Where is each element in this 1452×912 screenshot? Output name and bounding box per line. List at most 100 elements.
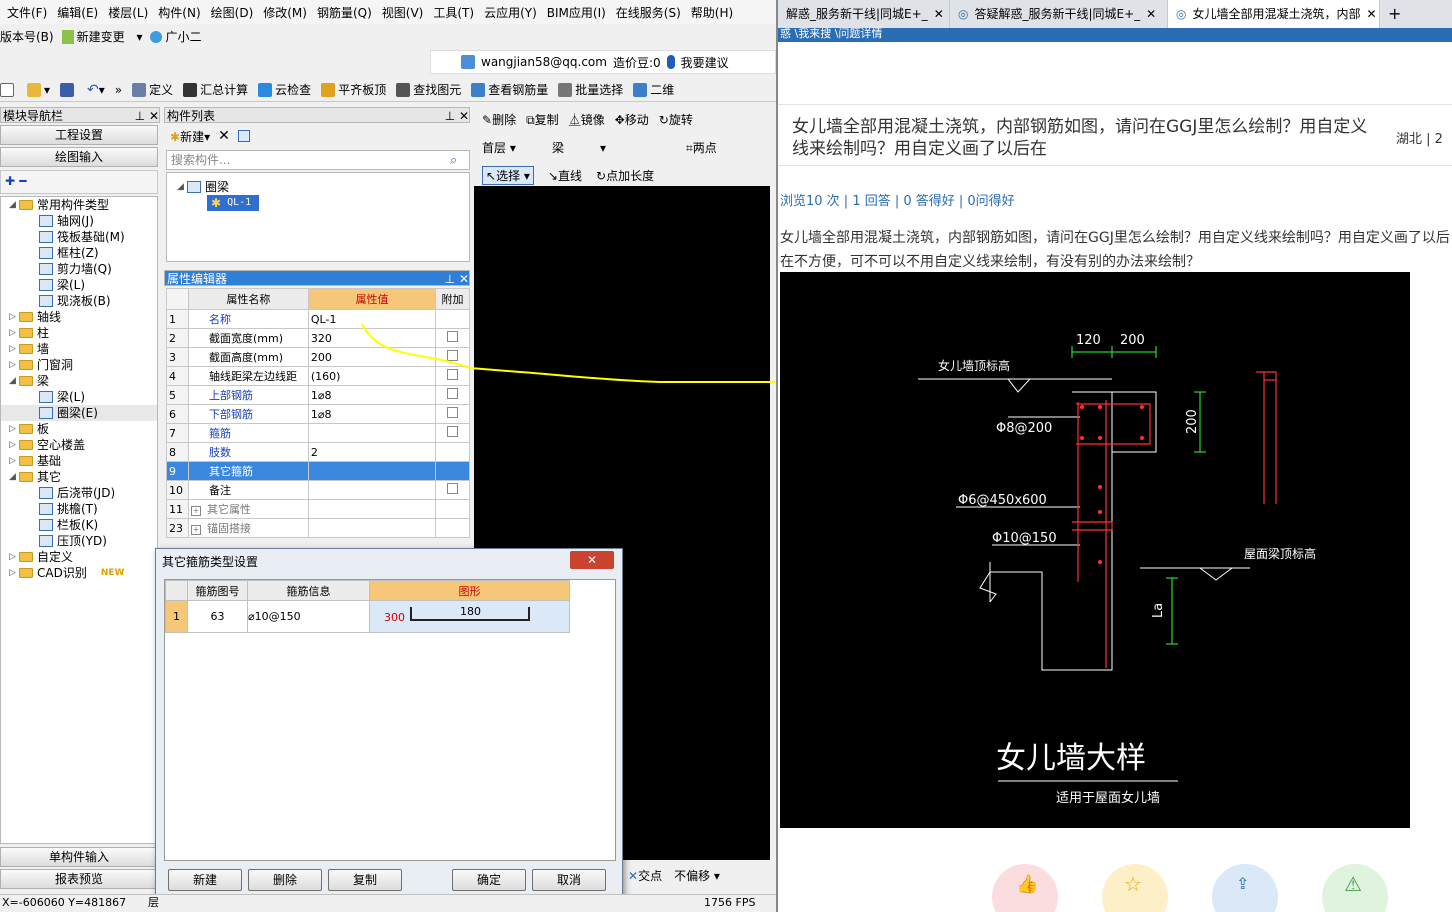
extra-checkbox[interactable]: [447, 483, 459, 494]
menu-item-12[interactable]: 帮助(H): [686, 4, 738, 21]
property-row[interactable]: 10 备注: [166, 480, 470, 500]
toolbar-button-0[interactable]: 定义: [132, 81, 173, 98]
toolbar-button-5[interactable]: 查看钢筋量: [471, 81, 548, 98]
pin-close-icons[interactable]: ⊥ ✕: [445, 108, 469, 123]
dialog-cancel-button[interactable]: 取消: [532, 869, 606, 891]
expand-icon[interactable]: ▷: [9, 357, 19, 373]
expand-all-icon[interactable]: ✚ ━: [5, 174, 26, 188]
tree-item[interactable]: ▷ 墙: [1, 341, 157, 357]
tree-item[interactable]: 筏板基础(M): [1, 229, 157, 245]
report-preview-button[interactable]: 报表预览: [0, 869, 158, 889]
report-button[interactable]: ⚠: [1322, 864, 1388, 912]
new-tab-button[interactable]: +: [1380, 0, 1420, 28]
search-icon[interactable]: ⌕: [450, 153, 457, 168]
type-select[interactable]: 梁 ▾: [552, 139, 622, 156]
property-value-cell[interactable]: [307, 518, 437, 538]
delete-icon[interactable]: ✕: [218, 128, 230, 144]
twopoint-button[interactable]: ⌗两点: [686, 139, 717, 156]
copy-icon[interactable]: [237, 130, 250, 142]
dialog-delete-button[interactable]: 删除: [248, 869, 322, 891]
tree-item[interactable]: 后浇带(JD): [1, 485, 157, 501]
dialog-new-button[interactable]: 新建: [168, 869, 242, 891]
pin-close-icons[interactable]: ⊥ ✕: [135, 108, 159, 123]
tree-item[interactable]: ▷ 自定义: [1, 549, 157, 565]
tree-item[interactable]: 梁(L): [1, 277, 157, 293]
toolbar-button-6[interactable]: 批量选择: [558, 81, 623, 98]
cell-info[interactable]: ⌀10@150: [247, 600, 370, 633]
tab-3-active[interactable]: ◎ 女儿墙全部用混凝土浇筑，内部 ✕: [1168, 0, 1380, 28]
like-button[interactable]: 👍: [992, 864, 1058, 912]
line-button[interactable]: ↘直线: [548, 167, 582, 184]
undo-icon[interactable]: ↶ ▾: [87, 82, 105, 98]
change-button[interactable]: 新建变更 ▾: [61, 28, 142, 45]
tree-item[interactable]: ▷ 轴线: [1, 309, 157, 325]
intersection-button[interactable]: ✕交点: [628, 867, 662, 884]
tree-item[interactable]: ▷ CAD识别 NEW: [1, 565, 157, 581]
pin-close-icons[interactable]: ⊥ ✕: [445, 271, 469, 286]
tree-item[interactable]: 轴网(J): [1, 213, 157, 229]
menu-item-9[interactable]: 云应用(Y): [479, 4, 542, 21]
property-row[interactable]: 23 + 锚固搭接: [166, 518, 470, 538]
expand-icon[interactable]: ▷: [9, 565, 19, 581]
menu-item-6[interactable]: 钢筋量(Q): [312, 4, 377, 21]
expand-icon[interactable]: ▷: [9, 453, 19, 469]
floor-select[interactable]: 首层 ▾: [482, 139, 544, 156]
close-icon[interactable]: ✕: [934, 0, 944, 28]
tree-item[interactable]: 挑檐(T): [1, 501, 157, 517]
assistant-button[interactable]: 广小二: [150, 28, 209, 45]
expand-icon[interactable]: +: [190, 525, 201, 535]
mic-icon[interactable]: [666, 55, 675, 69]
breadcrumb[interactable]: 惑 \我来搜 \问题详情: [778, 28, 1452, 42]
tree-item[interactable]: ▷ 门窗洞: [1, 357, 157, 373]
cell-shape[interactable]: 300 180: [369, 600, 570, 633]
new-file-icon[interactable]: [0, 82, 17, 97]
tree-item[interactable]: ▷ 板: [1, 421, 157, 437]
tree-item[interactable]: ▷ 基础: [1, 453, 157, 469]
expand-icon[interactable]: ▷: [9, 309, 19, 325]
expand-icon[interactable]: ▷: [9, 341, 19, 357]
share-button[interactable]: ⇪: [1212, 864, 1278, 912]
overflow-chevron-icon[interactable]: »: [115, 83, 122, 97]
toolbar-button-2[interactable]: 云检查: [258, 81, 311, 98]
toolbar-button-4[interactable]: 查找图元: [396, 81, 461, 98]
new-component-button[interactable]: ✱新建▾: [170, 128, 210, 145]
tree-item[interactable]: 现浇板(B): [1, 293, 157, 309]
list-item-parent[interactable]: ◢ 圈梁: [177, 179, 469, 195]
project-settings-button[interactable]: 工程设置: [0, 125, 158, 145]
select-button[interactable]: ↖选择 ▾: [482, 165, 534, 185]
toolbar-button-1[interactable]: 汇总计算: [183, 81, 248, 98]
tree-item[interactable]: 压顶(YD): [1, 533, 157, 549]
single-component-button[interactable]: 单构件输入: [0, 847, 158, 867]
tab-1[interactable]: 解惑_服务新干线|同城E+_ ✕: [778, 0, 950, 28]
property-value-cell[interactable]: [307, 480, 437, 500]
expand-icon[interactable]: ▷: [9, 325, 19, 341]
cell-code[interactable]: 63: [187, 600, 248, 633]
open-file-icon[interactable]: ▾: [27, 82, 50, 97]
menu-item-1[interactable]: 编辑(E): [52, 4, 103, 21]
move-button[interactable]: ✥移动: [615, 111, 649, 128]
tree-item[interactable]: 圈梁(E): [1, 405, 157, 421]
save-icon[interactable]: [60, 82, 77, 97]
tree-item[interactable]: ◢ 梁: [1, 373, 157, 389]
menu-item-7[interactable]: 视图(V): [377, 4, 429, 21]
component-search-input[interactable]: 搜索构件...: [166, 150, 470, 170]
list-item-ql1[interactable]: ✱ QL-1: [207, 195, 259, 211]
menu-item-8[interactable]: 工具(T): [428, 4, 479, 21]
expand-icon[interactable]: ◢: [9, 197, 19, 213]
tree-item[interactable]: 栏板(K): [1, 517, 157, 533]
tab-2[interactable]: ◎ 答疑解惑_服务新干线|同城E+_ ✕: [950, 0, 1168, 28]
user-email[interactable]: wangjian58@qq.com: [481, 55, 607, 69]
toolbar-button-3[interactable]: 平齐板顶: [321, 81, 386, 98]
expand-icon[interactable]: ◢: [9, 469, 19, 485]
menu-item-10[interactable]: BIM应用(I): [542, 4, 611, 21]
favorite-button[interactable]: ☆: [1102, 864, 1168, 912]
menu-item-4[interactable]: 绘图(D): [206, 4, 259, 21]
menu-item-3[interactable]: 构件(N): [153, 4, 205, 21]
dialog-ok-button[interactable]: 确定: [452, 869, 526, 891]
expand-icon[interactable]: ▷: [9, 421, 19, 437]
tree-item[interactable]: ◢ 其它: [1, 469, 157, 485]
tree-item[interactable]: 剪力墙(Q): [1, 261, 157, 277]
tree-item[interactable]: 框柱(Z): [1, 245, 157, 261]
dialog-copy-button[interactable]: 复制: [328, 869, 402, 891]
expand-icon[interactable]: ▷: [9, 437, 19, 453]
